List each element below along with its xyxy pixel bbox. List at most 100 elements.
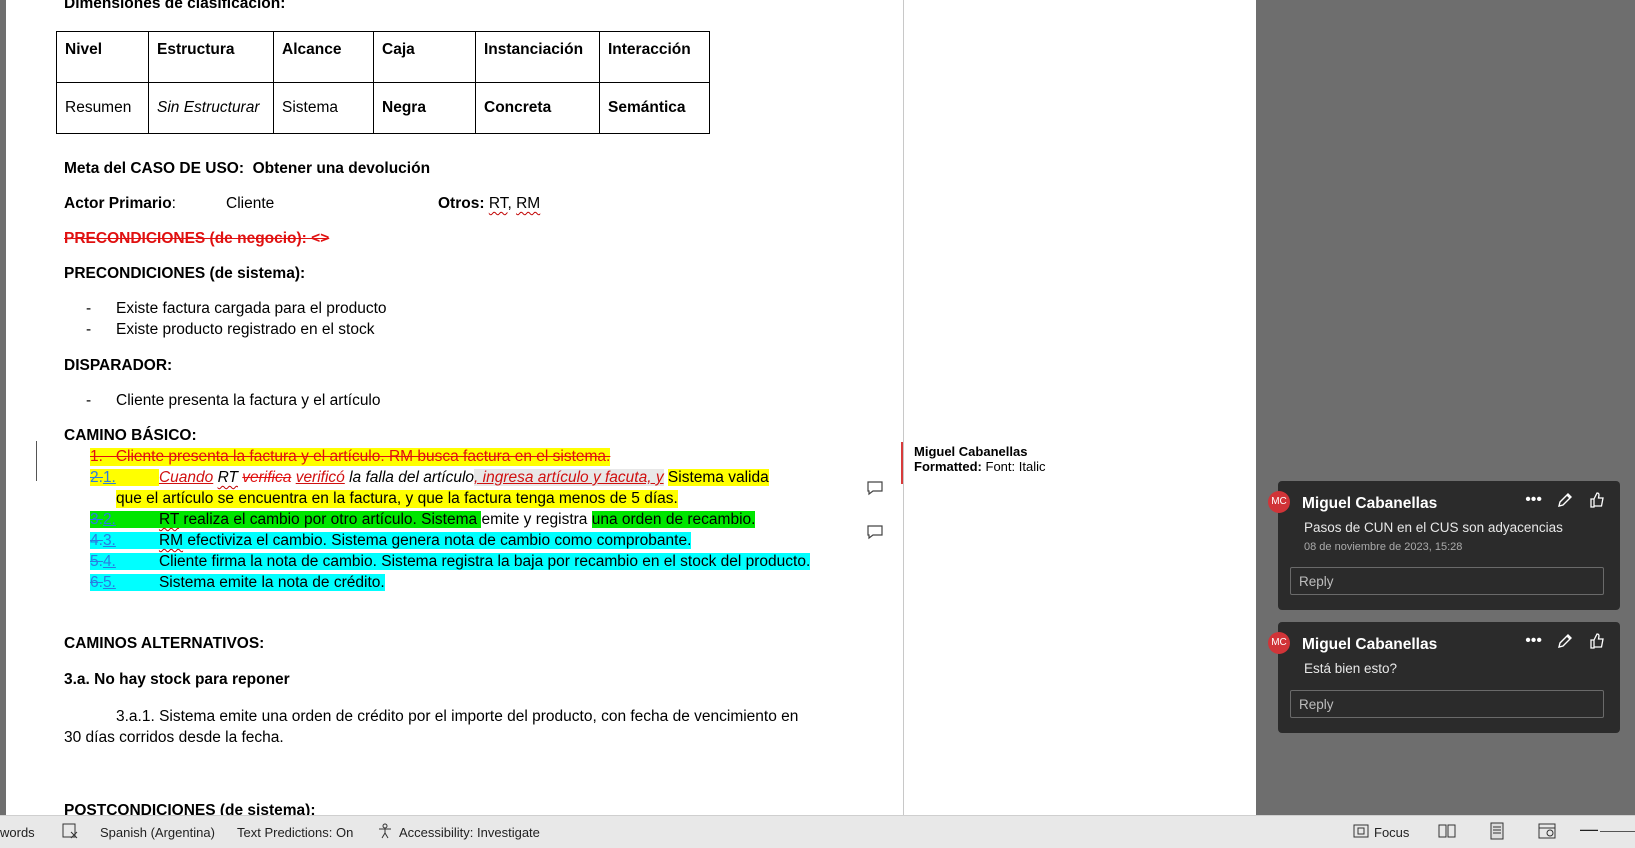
meta-value: Obtener una devolución <box>252 160 431 177</box>
document-page[interactable]: Dimensiones de clasificación: Nivel Estr… <box>6 0 1256 815</box>
alt-3a1-line-1: 3.a.1. Sistema emite una orden de crédit… <box>116 708 799 725</box>
list-item: Cliente presenta la factura y el artícul… <box>116 392 381 409</box>
comment-card[interactable]: MC Miguel Cabanellas ••• Pasos de CUN en… <box>1268 481 1620 610</box>
step-2-cuando: Cuando <box>158 469 214 486</box>
list-item: Existe producto registrado en el stock <box>116 321 375 338</box>
balloon-detail: Formatted: Font: Italic <box>914 459 1046 474</box>
comment-anchor-icon[interactable] <box>866 480 884 496</box>
precond-negocio-deleted: PRECONDICIONES (de negocio): <> <box>64 230 330 247</box>
table-cell: Negra <box>373 82 476 134</box>
step-4: 4.3. RM efectiviza el cambio. Sistema ge… <box>90 532 692 550</box>
actor-label: Actor Primario <box>64 195 172 212</box>
comment-author: Miguel Cabanellas <box>1302 636 1438 653</box>
zoom-slider[interactable] <box>1600 831 1635 832</box>
table-header-cell: Interacción <box>599 31 710 83</box>
reply-input[interactable]: Reply <box>1290 567 1604 595</box>
text-predictions-status[interactable]: Text Predictions: On <box>237 825 353 840</box>
step-6-text: Sistema emite la nota de crédito. <box>158 574 385 591</box>
table-cell: Resumen <box>56 82 149 134</box>
table-cell: Concreta <box>475 82 600 134</box>
otros-rm: RM <box>516 195 541 212</box>
bullet-dash: - <box>86 321 92 338</box>
step-3-number: 3.2. <box>90 511 159 528</box>
like-icon[interactable] <box>1588 632 1606 650</box>
bullet-dash: - <box>86 392 92 409</box>
balloon-marker <box>901 442 903 484</box>
step-2-number: 2.1. <box>90 469 159 486</box>
read-mode-icon[interactable] <box>1438 823 1456 839</box>
web-layout-icon[interactable] <box>1538 823 1556 839</box>
step-3-text-c: una orden de recambio. <box>591 511 756 528</box>
focus-button[interactable]: Focus <box>1374 825 1409 840</box>
comment-text: Pasos de CUN en el CUS son adyacencias <box>1304 520 1563 535</box>
otros-line: Otros: RT, RM <box>438 195 540 213</box>
otros-label: Otros: <box>438 195 485 212</box>
classification-table: Nivel Estructura Alcance Caja Instanciac… <box>56 31 710 134</box>
status-bar: words Spanish (Argentina) Text Predictio… <box>0 815 1635 848</box>
step-4-number: 4.3. <box>90 532 159 549</box>
zoom-out-button[interactable]: — <box>1580 819 1598 840</box>
step-2-verifica-deleted: verifica <box>242 469 292 486</box>
change-bar <box>36 441 37 481</box>
meta-label: Meta del CASO DE USO: <box>64 160 244 177</box>
language-status[interactable]: Spanish (Argentina) <box>100 825 215 840</box>
step-2-sistema-valida: Sistema valida <box>667 469 769 486</box>
step-6: 6.5. Sistema emite la nota de crédito. <box>90 574 385 592</box>
accessibility-status[interactable]: Accessibility: Investigate <box>399 825 540 840</box>
table-header-cell: Instanciación <box>475 31 600 83</box>
step-2-line-2: que el artículo se encuentra en la factu… <box>116 490 678 508</box>
meta-line: Meta del CASO DE USO: Obtener una devolu… <box>64 160 430 178</box>
step-3-rt: RT <box>158 511 180 528</box>
proofing-icon[interactable] <box>62 823 80 839</box>
table-cell: Semántica <box>599 82 710 134</box>
step-2-rt: RT <box>217 469 238 486</box>
step-6-number: 6.5. <box>90 574 159 591</box>
heading-dimensions: Dimensiones de clasificación: <box>64 0 286 12</box>
step-5-text: Cliente firma la nota de cambio. Sistema… <box>158 553 811 570</box>
more-options-icon[interactable]: ••• <box>1525 491 1542 509</box>
word-count[interactable]: words <box>0 825 35 840</box>
step-3: 3.2. RT realiza el cambio por otro artíc… <box>90 511 756 529</box>
comment-toolbar: ••• <box>1525 632 1606 650</box>
step-2-falla: la falla del artículo <box>349 469 475 486</box>
precond-sistema-heading: PRECONDICIONES (de sistema): <box>64 265 306 282</box>
step-3-text-a: realiza el cambio por otro artículo. Sis… <box>179 511 482 528</box>
comment-text: Está bien esto? <box>1304 661 1398 676</box>
step-4-rm: RM <box>158 532 184 549</box>
comment-timestamp: 08 de noviembre de 2023, 15:28 <box>1304 541 1463 553</box>
formatting-balloon[interactable]: Miguel Cabanellas Formatted: Font: Itali… <box>914 444 1045 474</box>
document-canvas: Dimensiones de clasificación: Nivel Estr… <box>0 0 1635 815</box>
table-header-cell: Nivel <box>56 31 149 83</box>
comment-anchor-icon[interactable] <box>866 524 884 540</box>
otros-rt: RT <box>488 195 508 212</box>
accessibility-icon[interactable] <box>376 823 394 839</box>
edit-pencil-icon[interactable] <box>1556 632 1574 650</box>
step-2-verifico-inserted: verificó <box>295 469 345 486</box>
comment-card[interactable]: MC Miguel Cabanellas ••• Está bien esto?… <box>1268 622 1620 733</box>
markup-area-divider <box>903 0 904 815</box>
actor-line: Actor Primario: <box>64 195 176 213</box>
focus-icon[interactable] <box>1352 823 1370 839</box>
otros-sep: , <box>507 195 517 212</box>
actor-value: Cliente <box>226 195 275 212</box>
step-3-text-b: emite y registra <box>481 511 592 528</box>
reply-input[interactable]: Reply <box>1290 690 1604 718</box>
step-4-text: efectiviza el cambio. Sistema genera not… <box>183 532 692 549</box>
alt-3a-heading: 3.a. No hay stock para reponer <box>64 671 290 688</box>
table-header-cell: Alcance <box>273 31 374 83</box>
step-5: 5.4. Cliente firma la nota de cambio. Si… <box>90 553 811 571</box>
comment-author: Miguel Cabanellas <box>1302 495 1438 512</box>
actor-colon: : <box>171 195 176 212</box>
step-1-deleted: 1. Cliente presenta la factura y el artí… <box>90 448 611 466</box>
caminos-alternativos-heading: CAMINOS ALTERNATIVOS: <box>64 635 265 652</box>
print-layout-icon[interactable] <box>1488 822 1506 840</box>
avatar: MC <box>1268 491 1290 513</box>
step-5-number: 5.4. <box>90 553 159 570</box>
table-header-cell: Estructura <box>148 31 274 83</box>
comment-toolbar: ••• <box>1525 491 1606 509</box>
like-icon[interactable] <box>1588 491 1606 509</box>
table-cell: Sistema <box>273 82 374 134</box>
more-options-icon[interactable]: ••• <box>1525 632 1542 650</box>
edit-pencil-icon[interactable] <box>1556 491 1574 509</box>
camino-basico-heading: CAMINO BÁSICO: <box>64 427 197 444</box>
